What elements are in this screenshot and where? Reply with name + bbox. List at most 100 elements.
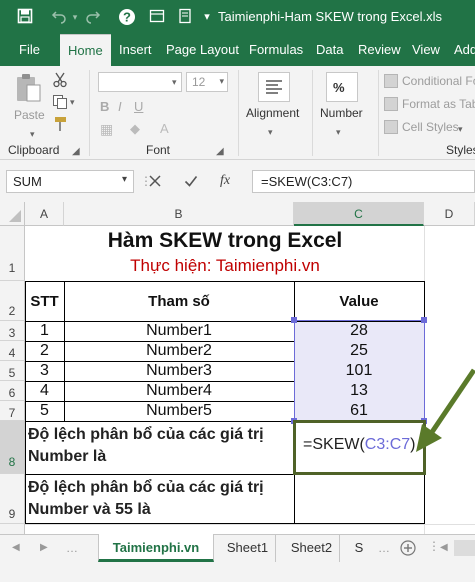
font-name-box[interactable] xyxy=(98,72,182,92)
header-param[interactable]: Tham số xyxy=(64,281,294,321)
underline-icon[interactable]: U xyxy=(134,99,143,115)
ribbon-tabs: File Home Insert Page Layout Formulas Da… xyxy=(0,34,475,66)
tab-data[interactable]: Data xyxy=(316,34,343,66)
number-format-button[interactable]: % xyxy=(326,72,358,102)
select-all-button[interactable] xyxy=(0,202,25,226)
tab-page-layout[interactable]: Page Layout xyxy=(166,34,239,66)
paste-label[interactable]: Paste xyxy=(14,108,45,122)
cell-value[interactable]: 61 xyxy=(294,401,424,421)
status-bar xyxy=(0,564,475,582)
more-tabs-icon[interactable]: … xyxy=(66,541,78,555)
active-cell-c8[interactable]: =SKEW(C3:C7) xyxy=(293,420,426,475)
column-header-a[interactable]: A xyxy=(25,202,64,226)
font-size-box[interactable]: 12 ▾ xyxy=(186,72,228,92)
cell-stt[interactable]: 2 xyxy=(25,341,64,361)
scroll-tabs-right-icon[interactable]: ▶ xyxy=(40,542,48,553)
cell-param[interactable]: Number1 xyxy=(64,321,294,341)
font-launcher-icon[interactable]: ◢ xyxy=(216,144,224,160)
cell-value[interactable]: 101 xyxy=(294,361,424,381)
cell-value[interactable]: 13 xyxy=(294,381,424,401)
cancel-icon[interactable] xyxy=(148,174,162,191)
sheet-tab-sheet1[interactable]: Sheet1 xyxy=(220,534,276,562)
number-dropdown-icon[interactable]: ▾ xyxy=(336,124,341,140)
tab-add[interactable]: Add xyxy=(454,34,475,66)
font-name-dropdown-icon[interactable]: ▾ xyxy=(172,74,177,90)
bold-icon[interactable]: B xyxy=(100,99,109,115)
formula-input[interactable]: =SKEW(C3:C7) xyxy=(252,170,475,193)
help-icon[interactable]: ? xyxy=(118,8,136,26)
column-header-c[interactable]: C xyxy=(294,202,424,226)
customize-toolbar-icon[interactable]: ▾ xyxy=(198,8,216,26)
font-color-icon[interactable]: A xyxy=(160,121,169,137)
tab-insert[interactable]: Insert xyxy=(119,34,152,66)
redo-icon[interactable] xyxy=(84,8,102,26)
column-header-d[interactable]: D xyxy=(424,202,475,226)
undo-dropdown-icon[interactable]: ▾ xyxy=(66,8,84,26)
cell-param[interactable]: Number2 xyxy=(64,341,294,361)
scroll-tabs-left-icon[interactable]: ◀ xyxy=(12,542,20,553)
alignment-label[interactable]: Alignment xyxy=(246,106,299,120)
alignment-button[interactable] xyxy=(258,72,290,102)
insert-function-icon[interactable]: fx xyxy=(220,173,230,189)
cell-value[interactable]: 25 xyxy=(294,341,424,361)
cell-stt[interactable]: 1 xyxy=(25,321,64,341)
row8-label[interactable]: Độ lệch phân bổ của các giá trị Number l… xyxy=(28,424,292,472)
italic-icon[interactable]: I xyxy=(118,99,122,115)
fill-color-icon[interactable]: ◆ xyxy=(130,121,140,137)
row-header-1[interactable]: 1 xyxy=(0,226,25,281)
paste-icon[interactable] xyxy=(14,72,44,107)
row-header-5[interactable]: 5 xyxy=(0,361,25,381)
name-box-dropdown-icon[interactable]: ▾ xyxy=(122,174,127,185)
clipboard-launcher-icon[interactable]: ◢ xyxy=(72,144,80,160)
sheet-tab-s[interactable]: S xyxy=(348,534,370,562)
more-tabs-right-icon[interactable]: … xyxy=(378,541,390,555)
row-header-8[interactable]: 8 xyxy=(0,421,25,474)
cell-styles-button[interactable]: Cell Styles xyxy=(402,120,459,134)
print-preview-icon[interactable] xyxy=(176,8,194,26)
row-header-2[interactable]: 2 xyxy=(0,281,25,321)
cell-stt[interactable]: 5 xyxy=(25,401,64,421)
column-header-b[interactable]: B xyxy=(64,202,294,226)
number-label[interactable]: Number xyxy=(320,106,363,120)
sheet-tab-sheet2[interactable]: Sheet2 xyxy=(284,534,340,562)
row-header-4[interactable]: 4 xyxy=(0,341,25,361)
font-size-dropdown-icon[interactable]: ▾ xyxy=(219,76,224,87)
row-header-9[interactable]: 9 xyxy=(0,474,25,524)
save-icon[interactable] xyxy=(16,8,34,26)
row-header-7[interactable]: 7 xyxy=(0,401,25,421)
sheet-tab-taimienphi[interactable]: Taimienphi.vn xyxy=(98,534,214,562)
row-header-3[interactable]: 3 xyxy=(0,321,25,341)
cell-stt[interactable]: 3 xyxy=(25,361,64,381)
tab-view[interactable]: View xyxy=(412,34,440,66)
cell-stt[interactable]: 4 xyxy=(25,381,64,401)
alignment-dropdown-icon[interactable]: ▾ xyxy=(268,124,273,140)
paste-dropdown-icon[interactable]: ▾ xyxy=(30,126,35,142)
copy-dropdown-icon[interactable]: ▾ xyxy=(70,94,75,110)
row9-label[interactable]: Độ lệch phân bổ của các giá trị Number v… xyxy=(28,477,292,523)
format-as-table-button[interactable]: Format as Tab xyxy=(402,97,475,111)
borders-icon[interactable]: ▦ xyxy=(100,121,113,137)
cell-value[interactable]: 28 xyxy=(294,321,424,341)
split-handle-icon[interactable]: ⋮ xyxy=(428,539,440,553)
header-value[interactable]: Value xyxy=(294,281,424,321)
name-box[interactable]: SUM ▾ xyxy=(6,170,134,193)
copy-icon[interactable] xyxy=(52,94,68,113)
tab-formulas[interactable]: Formulas xyxy=(249,34,303,66)
cell-param[interactable]: Number4 xyxy=(64,381,294,401)
touch-mode-icon[interactable] xyxy=(148,8,166,26)
header-stt[interactable]: STT xyxy=(25,281,64,321)
conditional-formatting-button[interactable]: Conditional Fo xyxy=(402,74,475,88)
scroll-left-icon[interactable]: ◀ xyxy=(440,542,448,553)
tab-home[interactable]: Home xyxy=(60,34,111,66)
enter-icon[interactable] xyxy=(184,174,198,191)
tab-review[interactable]: Review xyxy=(358,34,401,66)
new-sheet-icon[interactable] xyxy=(400,540,416,559)
tab-file[interactable]: File xyxy=(19,34,40,66)
horizontal-scrollbar[interactable] xyxy=(454,540,475,556)
format-painter-icon[interactable] xyxy=(52,116,68,135)
cell-param[interactable]: Number3 xyxy=(64,361,294,381)
cell-param[interactable]: Number5 xyxy=(64,401,294,421)
cut-icon[interactable] xyxy=(52,72,68,91)
cell-styles-dropdown-icon[interactable]: ▾ xyxy=(458,121,463,137)
row-header-6[interactable]: 6 xyxy=(0,381,25,401)
